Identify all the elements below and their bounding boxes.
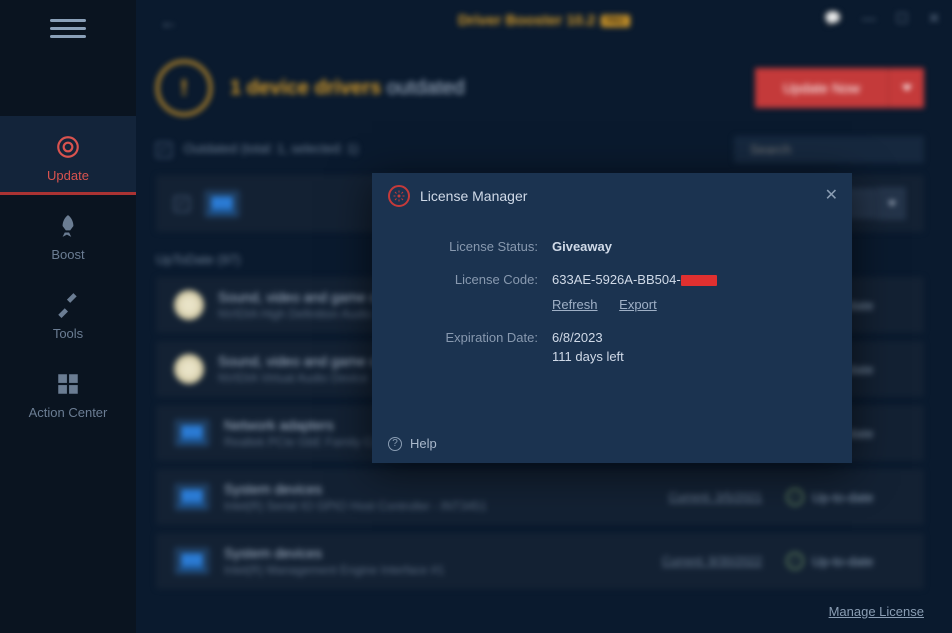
row-subtitle: Intel(R) Management Engine Interface #1 bbox=[224, 563, 662, 577]
nav-label: Update bbox=[47, 168, 89, 183]
device-icon bbox=[174, 547, 210, 575]
search-input[interactable] bbox=[750, 142, 926, 157]
expiration-value: 6/8/2023 bbox=[552, 330, 603, 345]
device-icon bbox=[174, 419, 210, 447]
check-icon: ✓ bbox=[786, 488, 804, 506]
disc-icon bbox=[174, 354, 204, 384]
nav-boost[interactable]: Boost bbox=[0, 195, 136, 274]
modal-title: License Manager bbox=[420, 188, 527, 204]
driver-row: System devices Intel(R) Management Engine… bbox=[156, 533, 924, 589]
manage-license-link[interactable]: Manage License bbox=[829, 604, 924, 619]
device-icon bbox=[174, 483, 210, 511]
pro-badge: PRO bbox=[601, 15, 631, 27]
gear-icon bbox=[388, 185, 410, 207]
nav-label: Tools bbox=[53, 326, 83, 341]
tools-icon bbox=[55, 292, 81, 318]
driver-row: System devices Intel(R) Serial IO GPIO Ho… bbox=[156, 469, 924, 525]
nav-tools[interactable]: Tools bbox=[0, 274, 136, 353]
check-icon: ✓ bbox=[786, 552, 804, 570]
menu-button[interactable] bbox=[50, 10, 86, 46]
search-box[interactable] bbox=[734, 136, 924, 163]
row-title: System devices bbox=[224, 545, 662, 561]
close-button[interactable]: ✕ bbox=[928, 10, 940, 27]
license-code-label: License Code: bbox=[392, 272, 552, 287]
maximize-button[interactable]: ☐ bbox=[896, 10, 909, 27]
row-checkbox[interactable]: ✓ bbox=[174, 196, 190, 212]
row-status: Up-to-date bbox=[812, 554, 873, 569]
grid-icon bbox=[55, 371, 81, 397]
redacted-segment bbox=[681, 275, 717, 286]
main-area: ← Driver Booster 10.2PRO 💬 — ☐ ✕ ! 1 dev… bbox=[136, 0, 952, 633]
license-status-value: Giveaway bbox=[552, 239, 612, 254]
disc-icon bbox=[174, 290, 204, 320]
nav-label: Action Center bbox=[29, 405, 108, 420]
days-left: 111 days left bbox=[552, 349, 624, 364]
help-icon: ? bbox=[388, 437, 402, 451]
export-link[interactable]: Export bbox=[619, 297, 657, 312]
target-icon bbox=[55, 134, 81, 160]
nav-update[interactable]: Update bbox=[0, 116, 136, 195]
outdated-filter[interactable]: ✓ Outdated (total: 1, selected: 1) bbox=[156, 141, 359, 158]
update-now-button[interactable]: Update Now bbox=[755, 68, 888, 108]
header-text: 1 device drivers outdated bbox=[230, 77, 465, 100]
row-title: System devices bbox=[224, 481, 669, 497]
back-button[interactable]: ← bbox=[160, 12, 178, 33]
nav-action-center[interactable]: Action Center bbox=[0, 353, 136, 432]
help-link[interactable]: ? Help bbox=[372, 424, 852, 463]
row-date[interactable]: Current: 3/5/2021 bbox=[669, 490, 762, 504]
sidebar: Update Boost Tools Action Center bbox=[0, 0, 136, 633]
chevron-down-icon bbox=[902, 85, 912, 91]
update-now-dropdown[interactable] bbox=[888, 68, 924, 108]
warning-ring-icon: ! bbox=[156, 60, 212, 116]
row-subtitle: Intel(R) Serial IO GPIO Host Controller … bbox=[224, 499, 669, 513]
feedback-icon[interactable]: 💬 bbox=[824, 10, 841, 27]
row-date[interactable]: Current: 9/30/2022 bbox=[662, 554, 762, 568]
nav-label: Boost bbox=[51, 247, 84, 262]
license-status-label: License Status: bbox=[392, 239, 552, 254]
row-status: Up-to-date bbox=[812, 490, 873, 505]
modal-close-button[interactable]: ✕ bbox=[825, 185, 838, 205]
chevron-down-icon bbox=[888, 201, 896, 206]
license-manager-modal: License Manager ✕ License Status: Giveaw… bbox=[372, 173, 852, 463]
app-title: Driver Booster 10.2PRO bbox=[458, 12, 630, 29]
checkbox-icon[interactable]: ✓ bbox=[156, 142, 172, 158]
rocket-icon bbox=[55, 213, 81, 239]
expiration-label: Expiration Date: bbox=[392, 330, 552, 345]
refresh-link[interactable]: Refresh bbox=[552, 297, 598, 312]
license-code-value: 633AE-5926A-BB504- bbox=[552, 272, 717, 287]
device-icon bbox=[204, 190, 240, 218]
row-update-dropdown[interactable] bbox=[876, 187, 906, 220]
minimize-button[interactable]: — bbox=[862, 10, 876, 27]
titlebar: ← Driver Booster 10.2PRO 💬 — ☐ ✕ bbox=[136, 0, 952, 40]
